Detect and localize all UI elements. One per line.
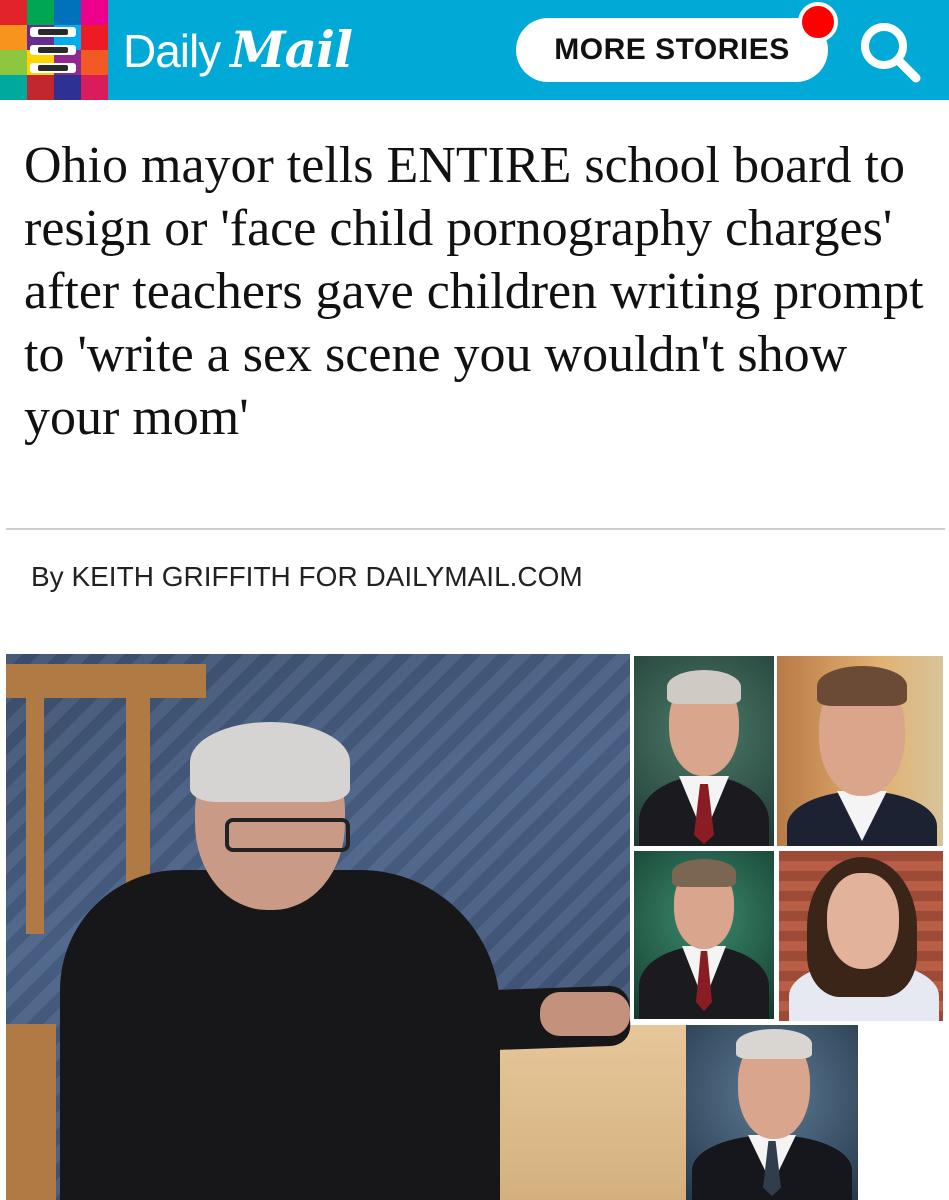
- portrait-hair: [736, 1029, 812, 1059]
- portrait-board-member[interactable]: [634, 851, 774, 1019]
- mosaic-tile: [81, 50, 108, 75]
- mosaic-tile: [0, 50, 27, 75]
- site-logo[interactable]: Daily Mail: [123, 20, 353, 80]
- portrait-board-member[interactable]: [779, 851, 943, 1021]
- hamburger-menu-icon-svg: [30, 27, 76, 73]
- article-headline: Ohio mayor tells ENTIRE school board to …: [24, 137, 924, 446]
- mosaic-tile: [81, 0, 108, 25]
- mosaic-tile: [27, 75, 54, 100]
- site-header: Daily Mail MORE STORIES: [0, 0, 949, 100]
- mosaic-tile: [27, 0, 54, 25]
- more-stories-button[interactable]: MORE STORIES: [516, 18, 828, 82]
- hamburger-menu-icon[interactable]: [30, 25, 76, 75]
- search-icon-svg: [861, 23, 921, 83]
- mosaic-tile: [81, 25, 108, 50]
- mosaic-tile: [0, 25, 27, 50]
- portrait-hair: [672, 859, 736, 887]
- chair: [6, 664, 206, 698]
- chair-leg: [26, 694, 44, 934]
- portrait-head: [827, 873, 899, 969]
- mosaic-tile: [54, 75, 81, 100]
- mosaic-tile: [0, 75, 27, 100]
- logo-daily-text: Daily: [123, 25, 221, 77]
- glasses: [225, 818, 350, 852]
- portrait-board-member[interactable]: [777, 656, 943, 846]
- chair-back: [6, 1024, 56, 1200]
- search-icon[interactable]: [858, 20, 922, 84]
- mosaic-tile: [0, 0, 27, 25]
- man-hand: [540, 992, 630, 1036]
- portrait-board-member[interactable]: [634, 656, 774, 846]
- logo-mail-text: Mail: [230, 20, 353, 79]
- man-hair: [190, 722, 350, 802]
- notification-dot: [798, 2, 838, 42]
- portrait-hair: [817, 666, 907, 706]
- portrait-board-member[interactable]: [686, 1025, 858, 1200]
- mosaic-tile: [81, 75, 108, 100]
- portrait-hair: [667, 670, 741, 704]
- article-byline: By KEITH GRIFFITH FOR DAILYMAIL.COM: [31, 561, 583, 592]
- mosaic-tile: [54, 0, 81, 25]
- divider: [6, 528, 945, 530]
